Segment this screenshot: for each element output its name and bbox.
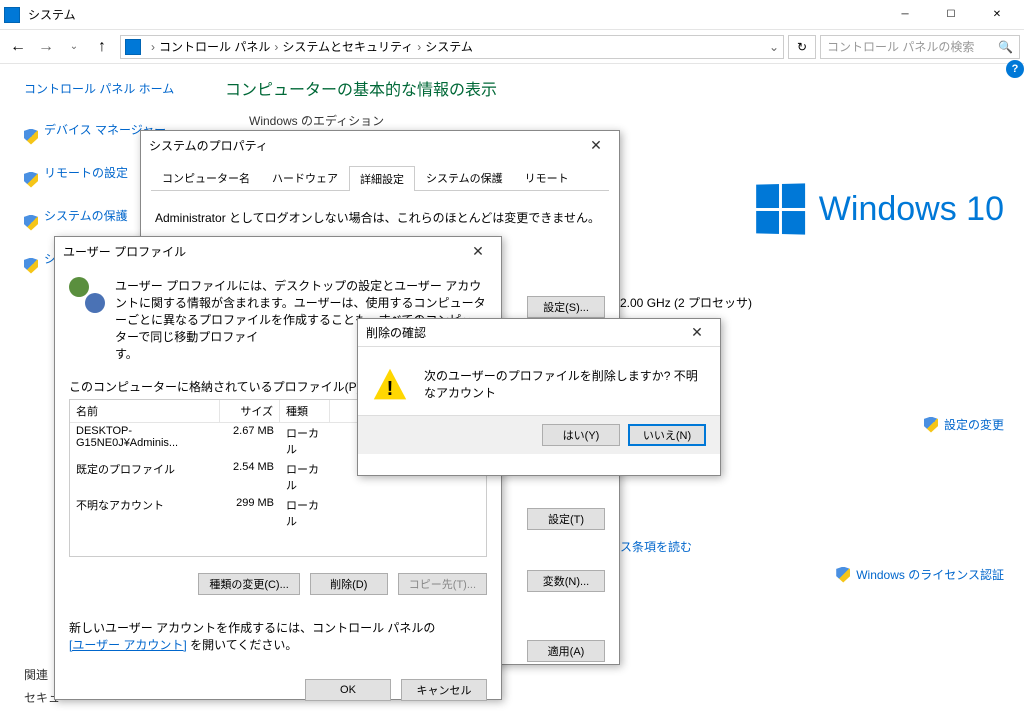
up-button[interactable]: ↑ xyxy=(88,33,116,61)
profile-description-end: す。 xyxy=(115,347,138,361)
edition-label: Windows のエディション xyxy=(249,112,1004,129)
shield-icon xyxy=(924,417,938,433)
close-icon[interactable]: ✕ xyxy=(463,243,493,260)
new-account-text: 新しいユーザー アカウントを作成するには、コントロール パネルの xyxy=(69,621,435,635)
refresh-button[interactable]: ↻ xyxy=(788,35,816,59)
remote-settings-link[interactable]: リモートの設定 xyxy=(44,164,128,181)
recent-dropdown[interactable]: ⌄ xyxy=(60,33,88,61)
windows-logo: Windows 10 xyxy=(755,184,1004,234)
breadcrumb-dropdown[interactable]: ⌄ xyxy=(769,40,779,54)
settings-button-s[interactable]: 設定(S)... xyxy=(527,296,605,318)
windows-activation-link[interactable]: Windows のライセンス認証 xyxy=(836,566,1004,583)
change-settings-link[interactable]: 設定の変更 xyxy=(924,416,1004,433)
shield-icon xyxy=(836,567,850,583)
titlebar: システム ─ ☐ ✕ xyxy=(0,0,1024,30)
yes-button[interactable]: はい(Y) xyxy=(542,424,620,446)
tab-computer-name[interactable]: コンピューター名 xyxy=(151,165,261,190)
env-vars-button[interactable]: 変数(N)... xyxy=(527,570,605,592)
chevron-right-icon: › xyxy=(274,40,278,54)
windows-flag-icon xyxy=(756,183,805,234)
maximize-button[interactable]: ☐ xyxy=(928,0,974,30)
breadcrumb-item[interactable]: システム xyxy=(425,38,473,55)
dialog-title: システムのプロパティ xyxy=(149,137,268,154)
processor-speed: 2.00 GHz (2 プロセッサ) xyxy=(620,294,752,311)
close-icon[interactable]: ✕ xyxy=(682,324,712,341)
delete-button[interactable]: 削除(D) xyxy=(310,573,388,595)
tab-advanced[interactable]: 詳細設定 xyxy=(349,166,415,191)
col-name[interactable]: 名前 xyxy=(70,400,220,422)
no-button[interactable]: いいえ(N) xyxy=(628,424,706,446)
cancel-button[interactable]: キャンセル xyxy=(401,679,487,701)
col-type[interactable]: 種類 xyxy=(280,400,330,422)
toolbar: ← → ⌄ ↑ › コントロール パネル › システムとセキュリティ › システ… xyxy=(0,30,1024,64)
system-protection-link[interactable]: システムの保護 xyxy=(44,207,128,224)
chevron-right-icon: › xyxy=(151,40,155,54)
forward-button[interactable]: → xyxy=(32,33,60,61)
admin-note: Administrator としてログオンしない場合は、これらのほとんどは変更で… xyxy=(155,209,605,226)
minimize-button[interactable]: ─ xyxy=(882,0,928,30)
system-icon xyxy=(125,39,141,55)
copy-to-button[interactable]: コピー先(T)... xyxy=(398,573,487,595)
window-controls: ─ ☐ ✕ xyxy=(882,0,1020,30)
dialog-title: 削除の確認 xyxy=(366,324,426,341)
user-accounts-link[interactable]: [ユーザー アカウント] xyxy=(69,638,187,652)
settings-button-t[interactable]: 設定(T) xyxy=(527,508,605,530)
tab-hardware[interactable]: ハードウェア xyxy=(261,165,349,190)
tab-remote[interactable]: リモート xyxy=(514,165,580,190)
shield-icon xyxy=(24,258,38,274)
cp-home-link[interactable]: コントロール パネル ホーム xyxy=(24,80,205,97)
breadcrumb-item[interactable]: コントロール パネル xyxy=(159,38,270,55)
search-icon: 🔍 xyxy=(998,40,1013,54)
search-placeholder: コントロール パネルの検索 xyxy=(827,38,974,55)
close-icon[interactable]: ✕ xyxy=(581,137,611,154)
confirm-message: 次のユーザーのプロファイルを削除しますか? 不明なアカウント xyxy=(424,367,706,401)
delete-confirm-dialog: 削除の確認 ✕ ! 次のユーザーのプロファイルを削除しますか? 不明なアカウント… xyxy=(357,318,721,476)
page-heading: コンピューターの基本的な情報の表示 xyxy=(225,76,1004,100)
shield-icon xyxy=(24,215,38,231)
tabs: コンピューター名 ハードウェア 詳細設定 システムの保護 リモート xyxy=(151,165,609,191)
breadcrumb-item[interactable]: システムとセキュリティ xyxy=(282,38,413,55)
dialog-title: ユーザー プロファイル xyxy=(63,243,186,260)
app-icon xyxy=(4,7,20,23)
close-button[interactable]: ✕ xyxy=(974,0,1020,30)
window-title: システム xyxy=(28,6,882,23)
shield-icon xyxy=(24,129,38,145)
chevron-right-icon: › xyxy=(417,40,421,54)
windows10-text: Windows 10 xyxy=(819,190,1004,229)
change-type-button[interactable]: 種類の変更(C)... xyxy=(198,573,299,595)
tab-protection[interactable]: システムの保護 xyxy=(415,165,514,190)
search-input[interactable]: コントロール パネルの検索 🔍 xyxy=(820,35,1020,59)
shield-icon xyxy=(24,172,38,188)
col-size[interactable]: サイズ xyxy=(220,400,280,422)
help-icon[interactable]: ? xyxy=(1006,60,1024,78)
user-profiles-icon xyxy=(69,277,105,313)
back-button[interactable]: ← xyxy=(4,33,32,61)
table-row[interactable]: 不明なアカウント299 MBローカル xyxy=(70,495,486,531)
warning-icon: ! xyxy=(372,367,408,403)
ok-button[interactable]: OK xyxy=(305,679,391,701)
breadcrumb[interactable]: › コントロール パネル › システムとセキュリティ › システム ⌄ xyxy=(120,35,784,59)
apply-button[interactable]: 適用(A) xyxy=(527,640,605,662)
license-terms-link[interactable]: ス条項を読む xyxy=(620,540,692,554)
